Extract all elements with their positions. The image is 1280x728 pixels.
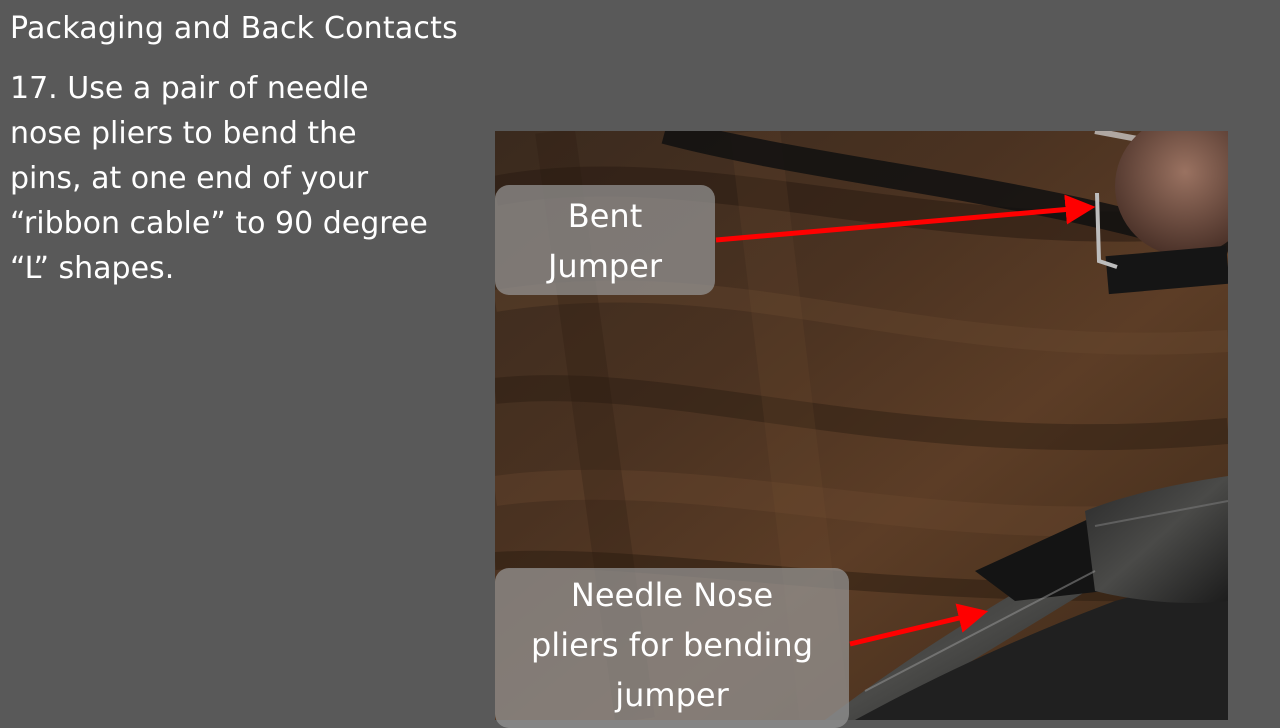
callout-arrows xyxy=(715,194,1096,647)
bent-jumper-arrow xyxy=(715,194,1096,243)
pliers-arrow xyxy=(849,603,989,647)
